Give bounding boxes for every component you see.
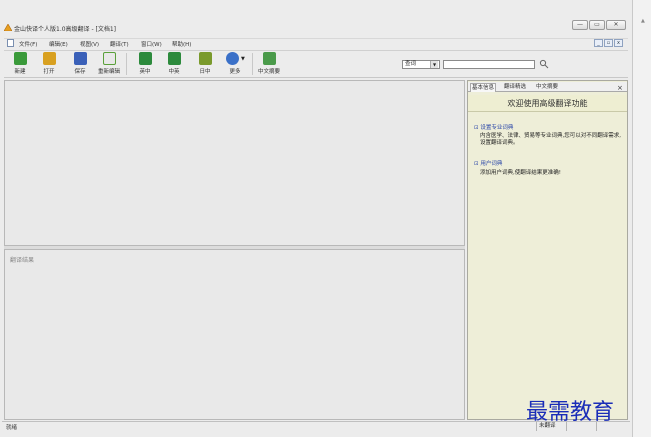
new-button-label[interactable]: 新建 (7, 67, 33, 75)
dict-select-arrow-icon[interactable]: ▼ (430, 61, 438, 68)
panel-welcome-title: 欢迎使用高级翻译功能 (468, 95, 627, 112)
close-button[interactable]: ✕ (606, 20, 626, 30)
watermark-logo: 最需教育 (526, 400, 615, 425)
section-user-dict-link[interactable]: ⊡ 用户词典 (474, 159, 502, 167)
scroll-up-arrow[interactable]: ▲ (641, 18, 649, 26)
open-folder-icon[interactable] (43, 52, 56, 65)
result-pane[interactable] (4, 250, 465, 420)
menu-help[interactable]: 帮助(H) (172, 40, 191, 48)
menu-window[interactable]: 窗口(W) (141, 40, 162, 48)
jp-zh-translate-icon[interactable] (199, 52, 212, 65)
menu-translate[interactable]: 翻译(T) (110, 40, 129, 48)
re-edit-button-label[interactable]: 重新编辑 (96, 67, 122, 75)
info-side-panel (467, 80, 628, 420)
section-pro-dict-text: 内含医学、法律、贸易等专业词典,您可以对不同翻译需求,设置翻译词典。 (480, 133, 621, 146)
menu-view[interactable]: 视图(V) (80, 40, 99, 48)
side-panel-close-icon[interactable]: × (617, 84, 623, 92)
jp-zh-button-label[interactable]: 日中 (192, 67, 218, 75)
zh-en-translate-icon[interactable] (168, 52, 181, 65)
zh-en-button-label[interactable]: 中英 (161, 67, 187, 75)
minimize-button[interactable]: — (572, 20, 588, 30)
tab-chinese-summary[interactable]: 中文摘要 (535, 83, 559, 92)
new-doc-icon[interactable] (14, 52, 27, 65)
more-dropdown-arrow-icon[interactable]: ▼ (241, 56, 245, 62)
result-label: 翻译结果 (10, 257, 35, 264)
summary-button-label[interactable]: 中文摘要 (256, 67, 282, 75)
save-button-label[interactable]: 保存 (67, 67, 93, 75)
more-button-label[interactable]: 更多 (222, 67, 248, 75)
open-button-label[interactable]: 打开 (36, 67, 62, 75)
section-pro-dict-link[interactable]: ⊡ 设置专业词典 (474, 123, 513, 131)
toolbar-separator (252, 53, 253, 75)
en-zh-button-label[interactable]: 英中 (132, 67, 158, 75)
window-title: 金山快译个人版1.0高级翻译 - [文档1] (14, 26, 117, 33)
tab-basic-info[interactable]: 基本信息 (470, 83, 497, 92)
save-disk-icon[interactable] (74, 52, 87, 65)
status-text: 就绪 (6, 425, 18, 431)
doc-minimize-button[interactable]: _ (594, 39, 603, 47)
menu-file[interactable]: 文件(F) (19, 40, 37, 48)
document-icon[interactable] (7, 39, 14, 47)
search-input[interactable] (443, 60, 535, 69)
menu-edit[interactable]: 编辑(E) (49, 40, 68, 48)
en-zh-translate-icon[interactable] (139, 52, 152, 65)
app-logo-icon (4, 24, 12, 31)
doc-close-button[interactable]: x (614, 39, 623, 47)
more-globe-icon[interactable] (226, 52, 239, 65)
re-edit-icon[interactable] (103, 52, 116, 65)
source-editor[interactable] (4, 80, 465, 246)
summary-icon[interactable] (263, 52, 276, 65)
toolbar-separator (126, 53, 127, 75)
section-user-dict-text: 添加用户词典,使翻译结果更准确! (480, 170, 561, 176)
search-icon[interactable] (539, 59, 549, 69)
doc-restore-button[interactable]: ▫ (604, 39, 613, 47)
maximize-button[interactable]: ▭ (589, 20, 605, 30)
tab-translation-picks[interactable]: 翻译精选 (503, 83, 527, 92)
